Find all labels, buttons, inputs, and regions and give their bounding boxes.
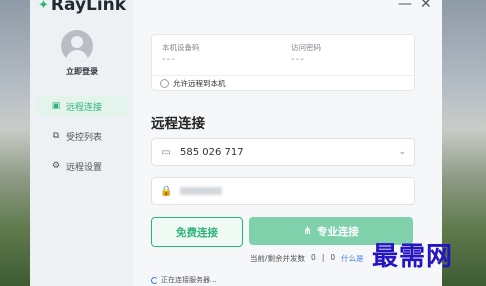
divider: | xyxy=(321,253,325,262)
app-logo: ✦ RayLink xyxy=(38,0,126,15)
concurrency-status: 当前/剩余并发数 0 | 0 什么是 xyxy=(250,253,364,264)
masked-password xyxy=(180,187,222,195)
device-info-card: 本机设备码 --- 访问密码 --- 允许远程到本机 xyxy=(151,34,415,91)
concurrency-current: 0 xyxy=(311,253,316,262)
monitor-icon: ▭ xyxy=(161,146,171,158)
connection-status: 正在连接服务器... xyxy=(151,275,217,285)
device-list-icon: ⧉ xyxy=(52,131,60,141)
pro-connect-label: 专业连接 xyxy=(316,225,359,238)
monitor-icon: ▣ xyxy=(51,101,61,111)
avatar-head xyxy=(71,36,83,48)
spinner-icon xyxy=(151,276,158,284)
allow-remote-option[interactable]: 允许远程到本机 xyxy=(160,78,226,89)
concurrency-label: 当前/剩余并发数 xyxy=(250,254,306,263)
settings-icon: ⚙ xyxy=(51,161,61,171)
watermark: 最需网 xyxy=(372,242,454,272)
share-icon: ⋔ xyxy=(303,225,312,237)
raylink-logo-icon: ✦ xyxy=(38,0,49,13)
sidebar-item-remote-settings[interactable]: ⚙ 远程设置 xyxy=(37,156,127,176)
device-code-value: --- xyxy=(162,54,176,65)
password-input[interactable]: 🔒 xyxy=(151,177,415,205)
allow-remote-label: 允许远程到本机 xyxy=(173,79,226,88)
concurrency-remaining: 0 xyxy=(330,253,336,262)
device-code-label: 本机设备码 xyxy=(162,43,200,52)
access-password-label: 访问密码 xyxy=(291,43,321,52)
login-link[interactable]: 立即登录 xyxy=(30,66,134,77)
avatar[interactable] xyxy=(61,30,93,62)
sidebar-item-label: 远程连接 xyxy=(66,102,103,113)
connection-status-text: 正在连接服务器... xyxy=(161,276,217,284)
app-name: RayLink xyxy=(50,0,127,15)
sidebar-item-label: 受控列表 xyxy=(66,132,103,143)
close-button[interactable]: ✕ xyxy=(420,0,432,12)
card-divider xyxy=(152,75,414,76)
sidebar: ✦ RayLink 立即登录 ▣ 远程连接 ⧉ 受控列表 ⚙ 远程设置 xyxy=(30,0,134,286)
access-password-value: --- xyxy=(291,54,305,65)
what-is-link[interactable]: 什么是 xyxy=(341,253,364,264)
sidebar-item-remote-connect[interactable]: ▣ 远程连接 xyxy=(37,96,127,116)
device-code-input[interactable]: ▭ 585 026 717 ⌄ xyxy=(151,138,415,166)
chevron-down-icon[interactable]: ⌄ xyxy=(398,147,406,157)
minimize-button[interactable]: — xyxy=(398,0,412,12)
device-code-input-value[interactable]: 585 026 717 xyxy=(180,147,398,158)
allow-remote-radio[interactable] xyxy=(160,79,169,88)
sidebar-item-device-list[interactable]: ⧉ 受控列表 xyxy=(37,126,127,146)
avatar-body xyxy=(66,50,88,62)
page-title: 远程连接 xyxy=(151,116,205,132)
lock-icon: 🔒 xyxy=(160,185,173,197)
sidebar-item-label: 远程设置 xyxy=(66,162,103,173)
free-connect-button[interactable]: 免费连接 xyxy=(151,217,243,247)
